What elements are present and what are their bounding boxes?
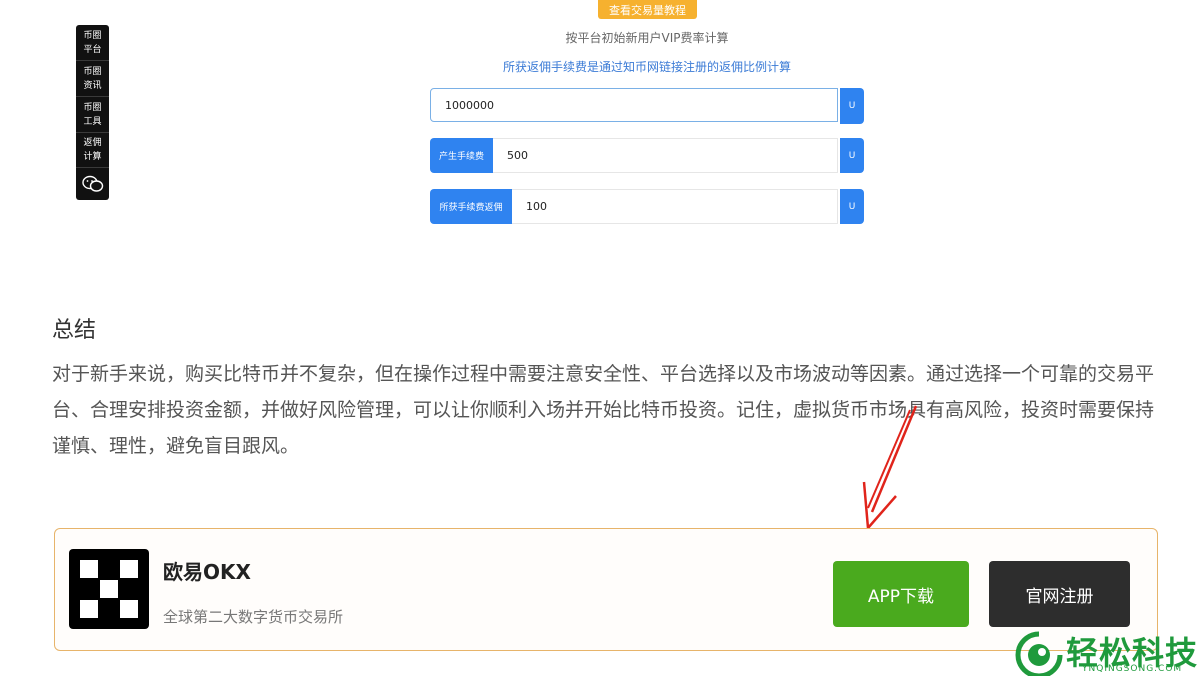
sidebar-item-label: 返佣 (83, 137, 102, 148)
rebate-label: 所获手续费返佣 (430, 189, 512, 224)
sidebar-item-label: 计算 (83, 151, 102, 162)
app-download-button[interactable]: APP下载 (833, 561, 969, 627)
sidebar-item-label: 平台 (83, 44, 102, 55)
wechat-icon[interactable] (76, 167, 109, 200)
sidebar-item-label: 币圈 (83, 102, 102, 113)
rebate-unit-button[interactable]: U (840, 189, 864, 224)
exchange-name: 欧易OKX (163, 560, 251, 584)
rebate-output: 100 (512, 189, 838, 224)
fee-unit-button[interactable]: U (840, 138, 864, 173)
exchange-description: 全球第二大数字货币交易所 (163, 608, 344, 626)
fee-output: 500 (493, 138, 838, 173)
sidebar-item-platform[interactable]: 币圈 平台 (76, 25, 109, 61)
sidebar-item-label: 币圈 (83, 66, 102, 77)
sidebar-item-label: 资讯 (83, 80, 102, 91)
section-title: 总结 (52, 318, 97, 343)
fee-label: 产生手续费 (430, 138, 493, 173)
summary-paragraph: 对于新手来说，购买比特币并不复杂，但在操作过程中需要注意安全性、平台选择以及市场… (52, 363, 1155, 457)
unit-button[interactable]: U (840, 88, 864, 124)
okx-logo (69, 549, 149, 629)
volume-tutorial-button[interactable]: 查看交易量教程 (598, 0, 697, 19)
sidebar-item-label: 工具 (83, 116, 102, 127)
watermark-logo-icon (1015, 631, 1063, 676)
side-toolbar: 币圈 平台 币圈 资讯 币圈 工具 返佣 计算 (76, 25, 109, 200)
sidebar-item-news[interactable]: 币圈 资讯 (76, 61, 109, 97)
rebate-note: 所获返佣手续费是通过知币网链接注册的返佣比例计算 (502, 60, 791, 74)
sidebar-item-label: 币圈 (83, 30, 102, 41)
annotation-arrow (862, 405, 918, 530)
sidebar-item-rebate[interactable]: 返佣 计算 (76, 132, 109, 168)
watermark-domain: YNQINGSONG.COM (1082, 664, 1183, 674)
vip-rate-note: 按平台初始新用户VIP费率计算 (565, 31, 729, 45)
sidebar-item-tools[interactable]: 币圈 工具 (76, 97, 109, 133)
trade-amount-input[interactable]: 1000000 (430, 88, 838, 122)
official-register-button[interactable]: 官网注册 (989, 561, 1130, 627)
